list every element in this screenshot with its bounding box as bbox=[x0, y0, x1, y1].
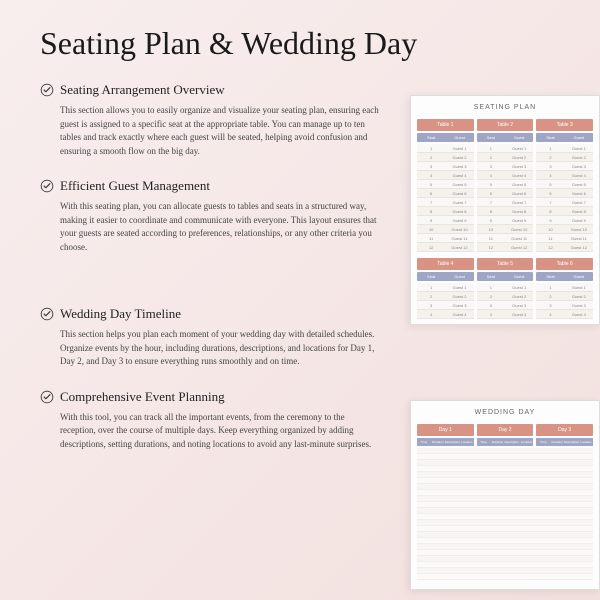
time-col: Time bbox=[417, 438, 431, 446]
section-body: This section allows you to easily organi… bbox=[40, 104, 380, 158]
day-header: Day 1 bbox=[417, 424, 474, 436]
day-header: Day 2 bbox=[477, 424, 534, 436]
section-heading: Comprehensive Event Planning bbox=[60, 389, 225, 405]
seat-col: Seat bbox=[417, 272, 445, 281]
guest-col: Guest bbox=[565, 272, 593, 281]
checkmark-icon bbox=[40, 390, 54, 404]
guest-col: Guest bbox=[505, 133, 533, 142]
checkmark-icon bbox=[40, 179, 54, 193]
seat-col: Seat bbox=[536, 133, 564, 142]
section-heading: Efficient Guest Management bbox=[60, 178, 210, 194]
guest-rows: 1Guest 11Guest 11Guest 12Guest 22Guest 2… bbox=[417, 283, 593, 319]
table-header-row: Table 1 Table 2 Table 3 bbox=[417, 119, 593, 131]
guest-col: Guest bbox=[565, 133, 593, 142]
subheader-row: SeatGuest SeatGuest SeatGuest bbox=[417, 272, 593, 281]
table-header-row: Table 4 Table 5 Table 6 bbox=[417, 258, 593, 270]
description-col: Description bbox=[564, 438, 579, 446]
checkmark-icon bbox=[40, 307, 54, 321]
preview-title: WEDDING DAY bbox=[417, 409, 593, 416]
section-seating-overview: Seating Arrangement Overview This sectio… bbox=[40, 82, 380, 158]
duration-col: Duration bbox=[431, 438, 445, 446]
page-title: Seating Plan & Wedding Day bbox=[0, 0, 600, 72]
section-body: With this seating plan, you can allocate… bbox=[40, 200, 380, 254]
table-header: Table 2 bbox=[477, 119, 534, 131]
subheader-row: SeatGuest SeatGuest SeatGuest bbox=[417, 133, 593, 142]
preview-title: SEATING PLAN bbox=[417, 104, 593, 111]
section-body: This section helps you plan each moment … bbox=[40, 328, 380, 369]
wedding-day-preview: WEDDING DAY Day 1 Day 2 Day 3 Time Durat… bbox=[410, 400, 600, 590]
guest-col: Guest bbox=[445, 133, 473, 142]
description-col: Description bbox=[504, 438, 519, 446]
empty-rows bbox=[417, 448, 593, 580]
seat-col: Seat bbox=[477, 272, 505, 281]
time-col: Time bbox=[477, 438, 491, 446]
duration-col: Duration bbox=[491, 438, 505, 446]
day-header: Day 3 bbox=[536, 424, 593, 436]
guest-col: Guest bbox=[505, 272, 533, 281]
location-col: Location bbox=[519, 438, 533, 446]
section-body: With this tool, you can track all the im… bbox=[40, 411, 380, 452]
table-header: Table 3 bbox=[536, 119, 593, 131]
section-timeline: Wedding Day Timeline This section helps … bbox=[40, 306, 380, 369]
section-event-planning: Comprehensive Event Planning With this t… bbox=[40, 389, 380, 452]
time-col: Time bbox=[536, 438, 550, 446]
duration-col: Duration bbox=[550, 438, 564, 446]
day-header-row: Day 1 Day 2 Day 3 bbox=[417, 424, 593, 436]
location-col: Location bbox=[579, 438, 593, 446]
table-header: Table 4 bbox=[417, 258, 474, 270]
section-heading: Seating Arrangement Overview bbox=[60, 82, 225, 98]
seat-col: Seat bbox=[536, 272, 564, 281]
location-col: Location bbox=[460, 438, 474, 446]
description-col: Description bbox=[445, 438, 460, 446]
day-subheader-row: Time Duration Description Location Time … bbox=[417, 438, 593, 446]
table-header: Table 1 bbox=[417, 119, 474, 131]
table-header: Table 5 bbox=[477, 258, 534, 270]
section-heading: Wedding Day Timeline bbox=[60, 306, 181, 322]
seat-col: Seat bbox=[477, 133, 505, 142]
seating-plan-preview: SEATING PLAN Table 1 Table 2 Table 3 Sea… bbox=[410, 95, 600, 325]
seat-col: Seat bbox=[417, 133, 445, 142]
guest-rows: 1Guest 11Guest 11Guest 12Guest 22Guest 2… bbox=[417, 144, 593, 252]
section-guest-management: Efficient Guest Management With this sea… bbox=[40, 178, 380, 254]
table-header: Table 6 bbox=[536, 258, 593, 270]
checkmark-icon bbox=[40, 83, 54, 97]
guest-col: Guest bbox=[445, 272, 473, 281]
